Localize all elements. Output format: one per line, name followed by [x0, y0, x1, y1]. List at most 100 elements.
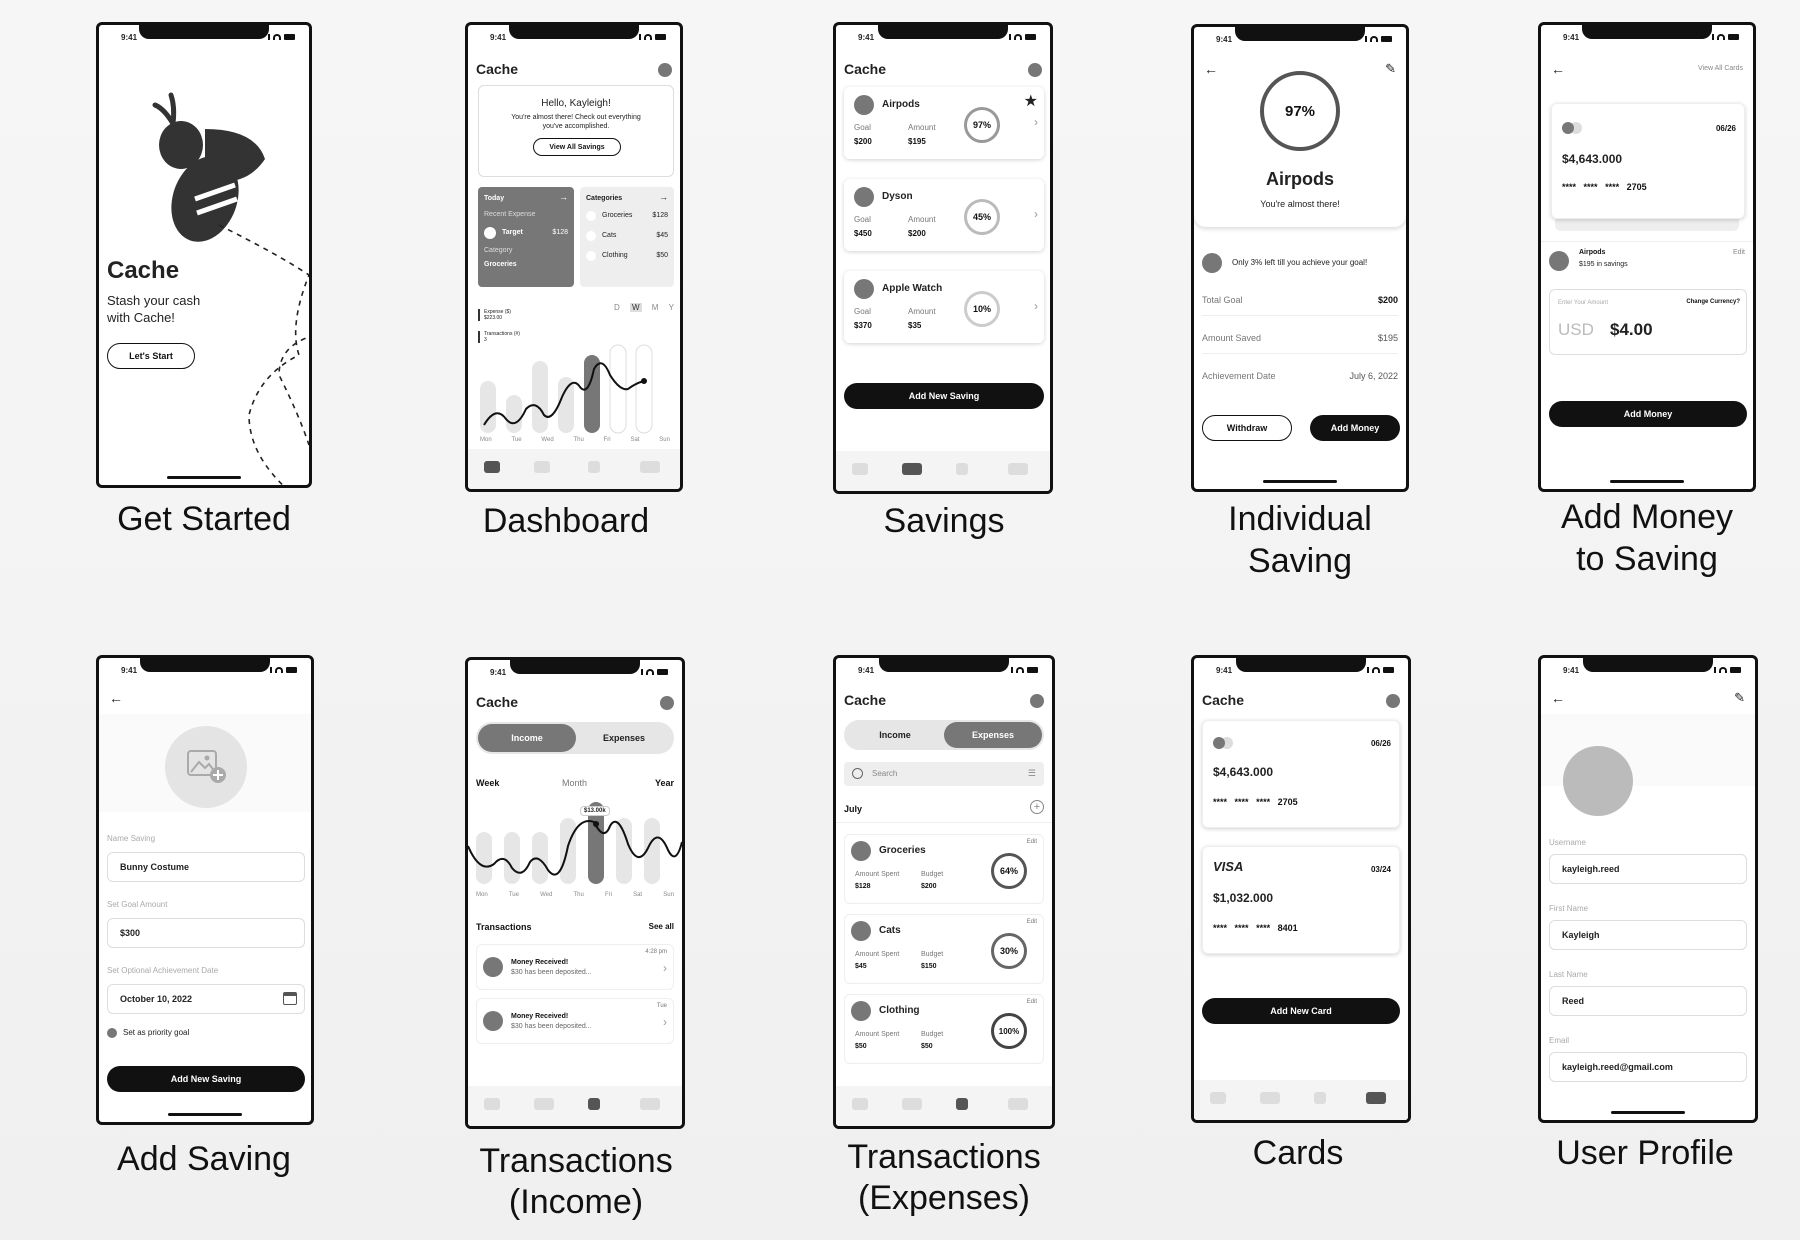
- transactions-heading: Transactions: [476, 922, 532, 932]
- change-currency-link[interactable]: Change Currency?: [1686, 299, 1740, 305]
- avatar[interactable]: [1030, 694, 1044, 708]
- home-icon[interactable]: [852, 1098, 868, 1110]
- calendar-icon[interactable]: [283, 992, 297, 1005]
- add-money-button[interactable]: Add Money: [1549, 401, 1747, 427]
- transaction-item[interactable]: Money Received! $30 has been deposited..…: [476, 944, 674, 990]
- period-w[interactable]: W: [629, 303, 642, 312]
- phone-savings: 9:41 Cache Airpods ★ Goal $200 Amount $1…: [833, 22, 1053, 494]
- expense-item[interactable]: Clothing Edit Amount Spent $50 Budget $5…: [844, 994, 1044, 1064]
- edit-pencil-icon[interactable]: ✎: [1734, 690, 1745, 706]
- piggy-bank-icon[interactable]: [534, 1098, 554, 1110]
- chevron-right-icon[interactable]: ›: [1034, 207, 1038, 221]
- bank-card[interactable]: 06/26 $4,643.000 **** **** **** 2705: [1551, 103, 1745, 219]
- see-all-link[interactable]: See all: [649, 922, 674, 931]
- card-icon[interactable]: [640, 461, 660, 473]
- saving-card[interactable]: Apple Watch Goal $370 Amount $35 10% ›: [844, 271, 1044, 343]
- chevron-right-icon[interactable]: ›: [1034, 299, 1038, 313]
- card-icon[interactable]: [1008, 1098, 1028, 1110]
- add-new-saving-button[interactable]: Add New Saving: [107, 1066, 305, 1092]
- lets-start-button[interactable]: Let's Start: [107, 343, 195, 369]
- search-bar[interactable]: Search ☰: [844, 762, 1044, 786]
- home-icon[interactable]: [1210, 1092, 1226, 1104]
- first-name-field[interactable]: Kayleigh: [1549, 920, 1747, 950]
- saving-card[interactable]: Dyson Goal $450 Amount $200 45% ›: [844, 179, 1044, 251]
- avatar[interactable]: [1028, 63, 1042, 77]
- home-icon[interactable]: [484, 461, 500, 473]
- tab-expenses[interactable]: Expenses: [944, 722, 1042, 748]
- name-saving-field[interactable]: Bunny Costume: [107, 852, 305, 882]
- period-switcher[interactable]: D W M Y: [614, 303, 674, 312]
- amount-box[interactable]: Enter Your Amount Change Currency? USD $…: [1549, 289, 1747, 355]
- add-new-saving-button[interactable]: Add New Saving: [844, 383, 1044, 409]
- piggy-bank-icon[interactable]: [902, 463, 922, 475]
- back-arrow-icon[interactable]: ←: [109, 690, 123, 706]
- email-field[interactable]: kayleigh.reed@gmail.com: [1549, 1052, 1747, 1082]
- amount-value[interactable]: $4.00: [1610, 320, 1653, 340]
- add-circle-icon[interactable]: +: [1030, 800, 1044, 814]
- profile-avatar[interactable]: [1563, 746, 1633, 816]
- back-arrow-icon[interactable]: ←: [1551, 690, 1565, 706]
- range-year[interactable]: Year: [655, 778, 674, 788]
- piggy-bank-icon[interactable]: [534, 461, 550, 473]
- receipt-icon[interactable]: [956, 463, 968, 475]
- add-money-button[interactable]: Add Money: [1310, 415, 1400, 441]
- edit-link[interactable]: Edit: [1027, 919, 1037, 925]
- chevron-right-icon[interactable]: ›: [663, 1015, 667, 1029]
- range-week[interactable]: Week: [476, 778, 499, 788]
- goal-amount-field[interactable]: $300: [107, 918, 305, 948]
- period-y[interactable]: Y: [669, 303, 674, 312]
- receipt-icon[interactable]: [588, 461, 600, 473]
- star-icon[interactable]: ★: [1024, 91, 1038, 111]
- chevron-right-icon[interactable]: ›: [1034, 115, 1038, 129]
- view-all-savings-button[interactable]: View All Savings: [533, 138, 621, 156]
- card-icon[interactable]: [1366, 1092, 1386, 1104]
- receipt-icon[interactable]: [956, 1098, 968, 1110]
- back-arrow-icon[interactable]: ←: [1551, 61, 1565, 77]
- edit-pencil-icon[interactable]: ✎: [1385, 61, 1396, 77]
- chevron-right-icon[interactable]: ›: [663, 961, 667, 975]
- categories-panel[interactable]: Categories → Groceries $128 Cats $45 Cloth…: [580, 187, 674, 287]
- view-all-cards-link[interactable]: View All Cards: [1698, 65, 1743, 72]
- caption-individual-line-1: Individual: [1228, 500, 1372, 538]
- period-m[interactable]: M: [652, 303, 659, 312]
- card-icon[interactable]: [640, 1098, 660, 1110]
- edit-link[interactable]: Edit: [1027, 839, 1037, 845]
- home-icon[interactable]: [484, 1098, 500, 1110]
- income-expense-toggle[interactable]: Income Expenses: [844, 720, 1044, 750]
- receipt-icon[interactable]: [588, 1098, 600, 1110]
- search-placeholder[interactable]: Search: [872, 769, 897, 778]
- period-d[interactable]: D: [614, 303, 620, 312]
- achievement-date-field[interactable]: October 10, 2022: [107, 984, 305, 1014]
- card-icon[interactable]: [1008, 463, 1028, 475]
- today-panel[interactable]: Today → Recent Expense Target $128 Categ…: [478, 187, 574, 287]
- tab-income[interactable]: Income: [846, 722, 944, 748]
- home-icon[interactable]: [852, 463, 868, 475]
- add-new-card-button[interactable]: Add New Card: [1202, 998, 1400, 1024]
- avatar[interactable]: [658, 63, 672, 77]
- tab-income[interactable]: Income: [478, 724, 576, 752]
- withdraw-button[interactable]: Withdraw: [1202, 415, 1292, 441]
- back-arrow-icon[interactable]: ←: [1204, 61, 1218, 77]
- day-label: Tue: [508, 892, 519, 898]
- username-field[interactable]: kayleigh.reed: [1549, 854, 1747, 884]
- expense-item[interactable]: Groceries Edit Amount Spent $128 Budget …: [844, 834, 1044, 904]
- priority-radio[interactable]: [107, 1028, 117, 1038]
- edit-link[interactable]: Edit: [1027, 999, 1037, 1005]
- saving-card[interactable]: Airpods ★ Goal $200 Amount $195 97% ›: [844, 87, 1044, 159]
- expense-item[interactable]: Cats Edit Amount Spent $45 Budget $150 3…: [844, 914, 1044, 984]
- avatar[interactable]: [660, 696, 674, 710]
- receipt-icon[interactable]: [1314, 1092, 1326, 1104]
- tab-expenses[interactable]: Expenses: [576, 724, 672, 752]
- bank-card[interactable]: VISA 03/24 $1,032.000 **** **** **** 840…: [1202, 846, 1400, 954]
- transaction-item[interactable]: Money Received! $30 has been deposited..…: [476, 998, 674, 1044]
- last-name-field[interactable]: Reed: [1549, 986, 1747, 1016]
- piggy-bank-icon[interactable]: [1260, 1092, 1280, 1104]
- filter-icon[interactable]: ☰: [1028, 768, 1036, 779]
- avatar[interactable]: [1386, 694, 1400, 708]
- income-expense-toggle[interactable]: Income Expenses: [476, 722, 674, 754]
- bank-card[interactable]: 06/26 $4,643.000 **** **** **** 2705: [1202, 720, 1400, 828]
- range-month[interactable]: Month: [562, 778, 587, 788]
- edit-link[interactable]: Edit: [1733, 249, 1745, 256]
- currency-code[interactable]: USD: [1558, 320, 1594, 340]
- piggy-bank-icon[interactable]: [902, 1098, 922, 1110]
